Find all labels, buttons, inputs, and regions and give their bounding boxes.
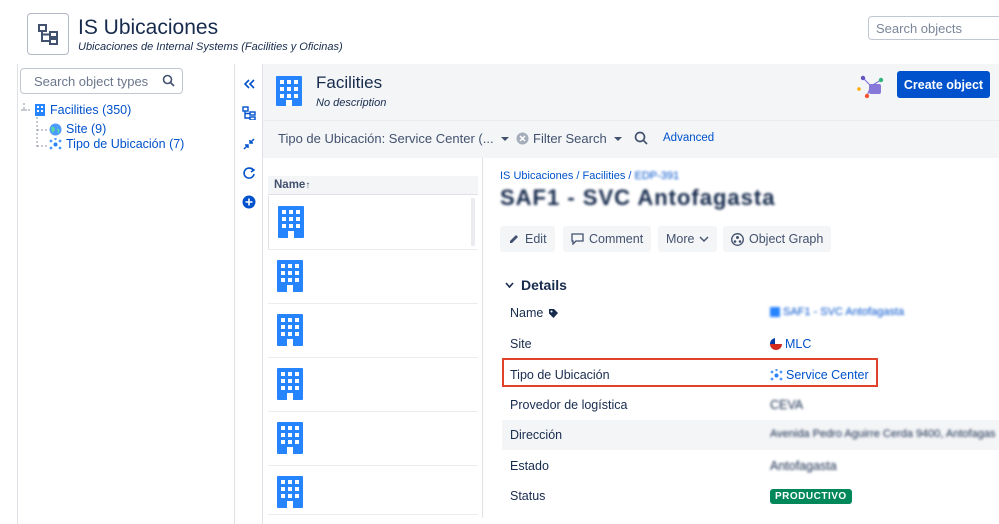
search-icon[interactable] xyxy=(634,131,648,150)
chevron-down-icon xyxy=(505,282,514,288)
attribute-value: CEVA xyxy=(770,398,804,412)
building-icon xyxy=(277,368,303,400)
graph-illustration-icon xyxy=(855,72,887,105)
attribute-key: Status xyxy=(510,489,546,503)
list-item[interactable] xyxy=(268,358,478,412)
tree-item-label: Facilities (350) xyxy=(50,103,132,117)
schema-title: IS Ubicaciones xyxy=(78,16,219,39)
comment-button[interactable]: Comment xyxy=(563,226,652,252)
attribute-row-direccion: Dirección Avenida Pedro Aguirre Cerda 94… xyxy=(502,420,999,450)
attribute-row-name: Name SAF1 - SVC Antofagasta xyxy=(502,298,999,328)
side-toolbar xyxy=(236,64,263,524)
more-label: More xyxy=(666,232,695,246)
list-item[interactable] xyxy=(268,250,478,304)
edit-button[interactable]: Edit xyxy=(500,226,555,252)
sort-arrow-icon: ↑ xyxy=(305,180,311,191)
attribute-row-provedor: Provedor de logística CEVA xyxy=(502,390,999,420)
highlight-box xyxy=(502,358,878,387)
advanced-search-link[interactable]: Advanced xyxy=(663,132,714,144)
attribute-value: PRODUCTIVO xyxy=(770,489,852,504)
breadcrumb-type-link[interactable]: Facilities xyxy=(583,170,626,182)
network-icon xyxy=(49,137,62,149)
building-icon xyxy=(770,307,780,317)
caret-down-icon xyxy=(613,136,622,141)
attribute-row-status: Status PRODUCTIVO xyxy=(502,481,999,511)
breadcrumb-schema-link[interactable]: IS Ubicaciones xyxy=(500,170,573,182)
attribute-row-site: Site MLC xyxy=(502,329,999,359)
search-icon[interactable] xyxy=(162,74,175,92)
object-type-description: No description xyxy=(316,97,387,109)
details-section-toggle[interactable]: Details xyxy=(505,277,567,293)
tree-item-tipo-ubicacion[interactable]: Tipo de Ubicación (7) xyxy=(49,137,184,151)
building-icon xyxy=(35,104,45,116)
attribute-value: Antofagasta xyxy=(770,459,837,473)
list-item[interactable] xyxy=(268,196,478,250)
attribute-key: Estado xyxy=(510,459,549,473)
type-filter-label: Tipo de Ubicación: Service Center (... xyxy=(278,131,494,146)
type-filter-dropdown[interactable]: Tipo de Ubicación: Service Center (... xyxy=(278,131,529,146)
object-graph-button[interactable]: Object Graph xyxy=(723,226,832,252)
tree-item-facilities[interactable]: Facilities (350) xyxy=(34,103,131,117)
attribute-key: Name xyxy=(510,306,559,320)
schema-subtitle: Ubicaciones de Internal Systems (Facilit… xyxy=(78,41,343,53)
tree-item-label: Tipo de Ubicación (7) xyxy=(66,137,185,151)
building-icon xyxy=(277,260,303,292)
attribute-key: Dirección xyxy=(510,428,563,442)
selected-row-highlight xyxy=(313,198,475,246)
name-value: SAF1 - SVC Antofagasta xyxy=(783,306,905,318)
list-item[interactable] xyxy=(268,412,478,466)
object-graph-label: Object Graph xyxy=(749,232,824,246)
schema-icon xyxy=(27,13,69,55)
refresh-icon[interactable] xyxy=(242,166,256,185)
tree-item-label: Site (9) xyxy=(66,122,107,136)
list-item[interactable] xyxy=(268,466,478,515)
edit-label: Edit xyxy=(525,232,547,246)
list-item[interactable] xyxy=(268,304,478,358)
building-icon xyxy=(274,76,304,106)
comment-label: Comment xyxy=(589,232,644,246)
building-icon xyxy=(277,314,303,346)
attribute-value[interactable]: MLC xyxy=(770,337,811,351)
chile-flag-icon xyxy=(770,338,782,350)
object-title: SAF1 - SVC Antofagasta xyxy=(500,185,776,210)
attribute-row-estado: Estado Antofagasta xyxy=(502,451,999,481)
more-button[interactable]: More xyxy=(658,226,718,252)
attribute-key: Site xyxy=(510,337,532,351)
building-icon xyxy=(277,422,303,454)
status-badge: PRODUCTIVO xyxy=(770,489,852,504)
column-label: Name xyxy=(274,179,306,191)
tag-icon xyxy=(549,308,559,318)
shrink-icon[interactable] xyxy=(242,137,256,156)
comment-icon xyxy=(571,233,584,245)
breadcrumb-key-link[interactable]: EDP-391 xyxy=(635,170,680,182)
name-column-header[interactable]: Name↑ xyxy=(268,176,478,195)
site-value: MLC xyxy=(785,337,812,351)
tree-item-site[interactable]: Site (9) xyxy=(49,122,106,136)
globe-icon xyxy=(49,123,62,135)
search-object-types-input[interactable]: Search object types xyxy=(20,68,183,94)
add-icon[interactable] xyxy=(242,195,256,214)
filter-search-label: Filter Search xyxy=(533,131,607,146)
search-objects-input[interactable]: Search objects xyxy=(868,16,999,40)
pencil-icon xyxy=(510,235,518,243)
chevron-down-icon xyxy=(699,236,709,242)
attribute-value: Avenida Pedro Aguirre Cerda 9400, Antofa… xyxy=(770,428,995,440)
hierarchy-icon[interactable] xyxy=(242,106,256,125)
object-type-title: Facilities xyxy=(316,73,383,92)
create-object-button[interactable]: Create object xyxy=(897,71,990,98)
breadcrumb: IS Ubicaciones / Facilities / EDP-391 xyxy=(500,170,680,182)
attribute-key: Provedor de logística xyxy=(510,398,628,412)
clear-icon[interactable] xyxy=(516,132,529,145)
filter-search-dropdown[interactable]: Filter Search xyxy=(533,131,623,146)
details-heading: Details xyxy=(521,277,567,293)
caret-down-icon xyxy=(500,136,509,141)
graph-icon xyxy=(731,232,744,246)
building-icon xyxy=(278,206,304,238)
name-label: Name xyxy=(510,306,544,320)
building-icon xyxy=(277,476,303,508)
attribute-value[interactable]: SAF1 - SVC Antofagasta xyxy=(770,306,904,318)
collapse-icon[interactable] xyxy=(242,77,256,96)
